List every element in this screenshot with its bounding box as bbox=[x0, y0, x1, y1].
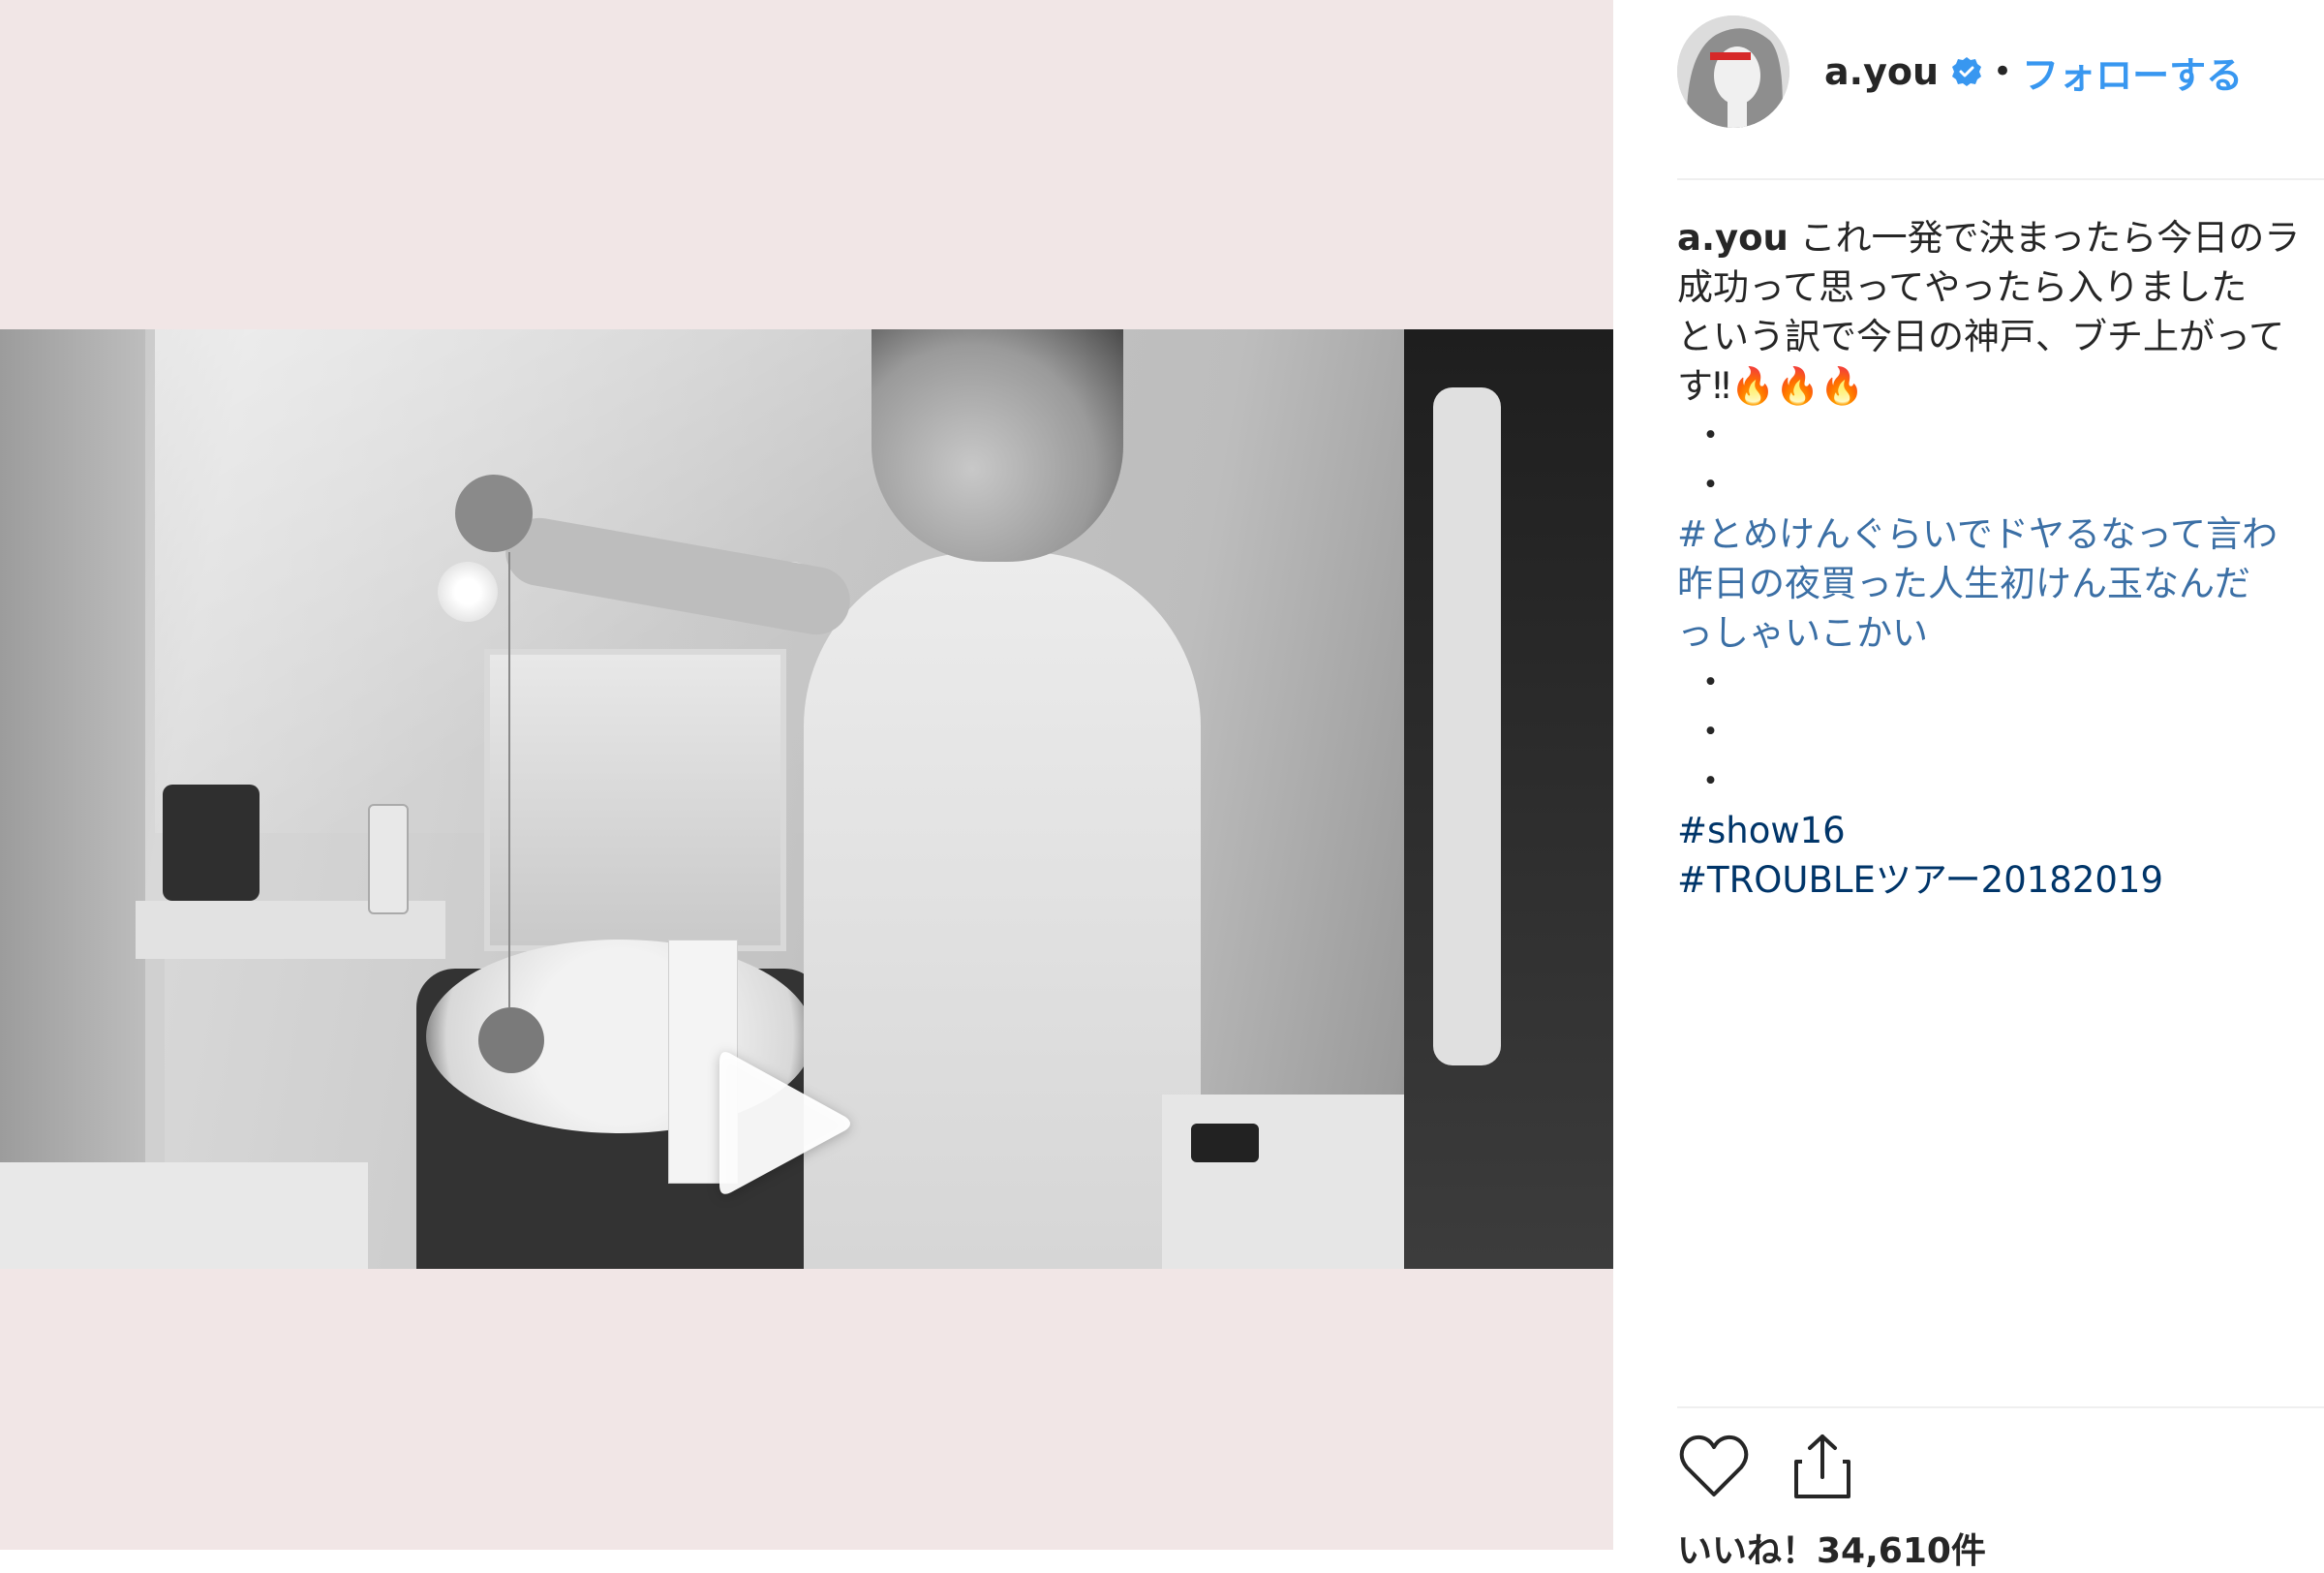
kendama-ball bbox=[478, 1007, 544, 1073]
person-head bbox=[872, 329, 1123, 562]
caption-dot: ・ bbox=[1693, 711, 1728, 753]
share-button[interactable] bbox=[1786, 1430, 1859, 1503]
username[interactable]: a.you bbox=[1824, 50, 1939, 93]
caption-dot: ・ bbox=[1693, 464, 1728, 506]
kendama-cup bbox=[455, 475, 533, 552]
post-info-pane: a.you • フォローする a.you これ一発で決まったら今日のラ 成功って… bbox=[1613, 0, 2324, 1571]
hashtag-link[interactable]: #show16 bbox=[1677, 806, 2324, 855]
avatar-image bbox=[1677, 15, 1789, 128]
mirror bbox=[484, 649, 786, 951]
footer-divider bbox=[1677, 1406, 2324, 1408]
like-button[interactable] bbox=[1677, 1430, 1751, 1503]
vanity-light-left bbox=[438, 562, 498, 622]
caption-dot: ・ bbox=[1693, 760, 1728, 802]
verified-badge-icon bbox=[1950, 55, 1983, 88]
hashtag-link[interactable]: #TROUBLEツアー20182019 bbox=[1677, 855, 2324, 905]
header-text: a.you • フォローする bbox=[1824, 46, 2243, 99]
hashtag-link[interactable]: っしゃいこかい bbox=[1677, 608, 2324, 658]
caption: a.you これ一発で決まったら今日のラ 成功って思ってやったら入りました とい… bbox=[1677, 213, 2324, 949]
kendama-string bbox=[508, 552, 510, 1007]
bag bbox=[163, 785, 260, 901]
caption-dot: ・ bbox=[1693, 662, 1728, 703]
play-button[interactable] bbox=[697, 1032, 872, 1216]
share-icon bbox=[1794, 1434, 1850, 1498]
phone bbox=[1191, 1124, 1259, 1162]
action-bar bbox=[1677, 1430, 1894, 1503]
bottle bbox=[368, 804, 409, 914]
heart-icon bbox=[1679, 1434, 1749, 1496]
caption-dot: ・ bbox=[1693, 415, 1728, 456]
hashtag-link[interactable]: #とめけんぐらいでドヤるなって言わ bbox=[1677, 509, 2324, 559]
play-icon bbox=[719, 1052, 850, 1194]
caption-line: a.you これ一発で決まったら今日のラ bbox=[1677, 213, 2324, 262]
white-jacket bbox=[1433, 387, 1501, 1065]
media-pane bbox=[0, 0, 1613, 1550]
video-player[interactable] bbox=[0, 329, 1613, 1269]
hashtag-link[interactable]: 昨日の夜買った人生初けん玉なんだ bbox=[1677, 559, 2324, 608]
left-shelf bbox=[0, 1162, 368, 1269]
caption-line: す‼🔥🔥🔥 bbox=[1677, 365, 1865, 407]
avatar[interactable] bbox=[1677, 15, 1789, 128]
caption-line: という訳で今日の神戸、ブチ上がって bbox=[1677, 316, 2285, 357]
post-header: a.you • フォローする bbox=[1677, 14, 2324, 130]
caption-line: 成功って思ってやったら入りました bbox=[1677, 266, 2248, 308]
header-divider bbox=[1677, 178, 2324, 180]
separator-dot: • bbox=[1993, 52, 2013, 91]
caption-text: これ一発で決まったら今日のラ bbox=[1799, 217, 2301, 259]
likes-count[interactable]: いいね！34,610件 bbox=[1677, 1523, 1986, 1573]
caption-username[interactable]: a.you bbox=[1677, 217, 1789, 259]
follow-button[interactable]: フォローする bbox=[2022, 46, 2243, 99]
left-wall bbox=[0, 329, 145, 1269]
